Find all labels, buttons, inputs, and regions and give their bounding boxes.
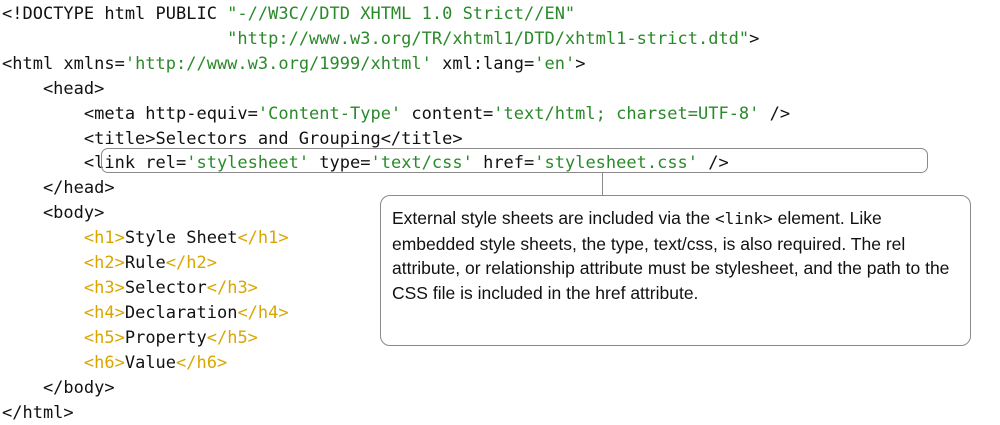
code-token: <body>: [2, 203, 105, 223]
code-line: <h1>Style Sheet</h1>: [2, 226, 289, 250]
callout-connector: [602, 173, 603, 195]
code-token: </h2>: [165, 253, 217, 273]
code-line: </head>: [2, 176, 115, 200]
code-token: <h3>: [83, 278, 125, 298]
callout-code-term: <link>: [714, 209, 773, 228]
code-token: </h3>: [206, 278, 258, 298]
code-line: <h4>Declaration</h4>: [2, 301, 289, 325]
code-token: </head>: [2, 178, 115, 198]
callout-box: External style sheets are included via t…: [380, 195, 971, 346]
code-token: <head>: [2, 79, 105, 99]
code-line: <h2>Rule</h2>: [2, 251, 217, 275]
code-token: <h6>: [83, 353, 125, 373]
code-token: 'Content-Type': [257, 104, 402, 124]
code-token: "http://www.w3.org/TR/xhtml1/DTD/xhtml1-…: [227, 29, 750, 49]
code-token: xml:lang=: [431, 54, 535, 74]
code-token: />: [759, 104, 791, 124]
code-token: Rule: [124, 253, 166, 273]
code-token: 'http://www.w3.org/1999/xhtml': [124, 54, 432, 74]
link-line-highlight: [101, 148, 928, 173]
code-line: </body>: [2, 376, 115, 400]
code-token: </h1>: [237, 228, 289, 248]
code-token: </h5>: [206, 328, 258, 348]
code-token: <h2>: [83, 253, 125, 273]
code-token: <h5>: [83, 328, 125, 348]
code-token: Declaration: [124, 303, 238, 323]
code-token: <title>Selectors and Grouping</title>: [2, 129, 463, 149]
code-token: content=: [401, 104, 494, 124]
code-token: 'en': [534, 54, 576, 74]
code-token: <h1>: [83, 228, 125, 248]
code-token: </body>: [2, 378, 115, 398]
code-line: <!DOCTYPE html PUBLIC "-//W3C//DTD XHTML…: [2, 2, 575, 26]
code-token: >: [749, 29, 760, 49]
code-line: <h3>Selector</h3>: [2, 276, 258, 300]
code-token: </h6>: [176, 353, 228, 373]
code-token: <meta http-equiv=: [2, 104, 258, 124]
code-token: Property: [124, 328, 207, 348]
code-token: <h4>: [83, 303, 125, 323]
code-line: <h6>Value</h6>: [2, 351, 227, 375]
code-line: <head>: [2, 77, 104, 101]
code-token: </html>: [2, 403, 74, 423]
code-token: Selector: [124, 278, 207, 298]
code-token: <html xmlns=: [2, 54, 125, 74]
code-token: >: [575, 54, 586, 74]
code-token: "-//W3C//DTD XHTML 1.0 Strict//EN": [227, 4, 576, 24]
code-token: </h4>: [237, 303, 289, 323]
code-line: <html xmlns='http://www.w3.org/1999/xhtm…: [2, 52, 585, 76]
code-token: Value: [124, 353, 177, 373]
code-line: <h5>Property</h5>: [2, 326, 258, 350]
code-token: Style Sheet: [124, 228, 238, 248]
code-line: </html>: [2, 401, 74, 425]
code-line: <body>: [2, 201, 104, 225]
code-line: "http://www.w3.org/TR/xhtml1/DTD/xhtml1-…: [2, 27, 759, 51]
code-token: <!DOCTYPE html PUBLIC: [2, 4, 228, 24]
code-token: 'text/html; charset=UTF-8': [493, 104, 760, 124]
code-line: <meta http-equiv='Content-Type' content=…: [2, 102, 790, 126]
callout-text-before: External style sheets are included via t…: [392, 208, 715, 228]
